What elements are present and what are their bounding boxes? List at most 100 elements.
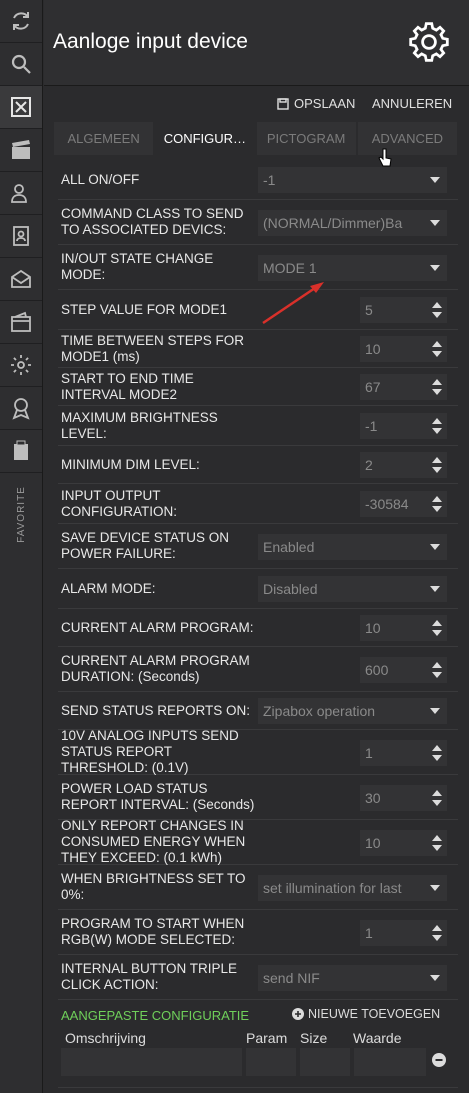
number-stepper[interactable]: 600 — [360, 656, 447, 683]
omschrijving-input[interactable] — [61, 1048, 242, 1076]
search-icon — [11, 54, 31, 74]
config-row: MINIMUM DIM LEVEL: 2 — [58, 446, 458, 484]
sidebar-item-search[interactable] — [0, 43, 42, 86]
config-row: WHEN BRIGHTNESS SET TO 0%: set illuminati… — [58, 865, 458, 910]
field-select[interactable]: MODE 1 — [258, 254, 447, 281]
field-label: 10V ANALOG INPUTS SEND STATUS REPORT THR… — [61, 728, 239, 775]
save-button[interactable]: OPSLAAN — [277, 96, 355, 111]
field-label: START TO END TIME INTERVAL MODE2 — [61, 370, 194, 402]
select-value: MODE 1 — [263, 259, 317, 276]
add-new-button[interactable]: NIEUWE TOEVOEGEN — [292, 1007, 440, 1021]
field-label: INPUT OUTPUT CONFIGURATION: — [61, 487, 177, 519]
tab-bar: ALGEMEEN CONFIGUR… PICTOGRAM ADVANCED — [54, 122, 459, 155]
number-stepper[interactable]: 67 — [360, 374, 447, 400]
sidebar-item-award[interactable] — [0, 387, 42, 430]
sidebar-item-refresh[interactable] — [0, 0, 42, 43]
field-label: MAXIMUM BRIGHTNESS LEVEL: — [61, 409, 218, 441]
chevron-down-icon — [423, 167, 447, 193]
chevron-down-icon — [423, 964, 447, 991]
field-label: CURRENT ALARM PROGRAM: — [61, 619, 254, 635]
config-row: 10V ANALOG INPUTS SEND STATUS REPORT THR… — [58, 728, 458, 775]
chevron-down-icon — [423, 698, 447, 724]
field-label: PROGRAM TO START WHEN RGB(W) MODE SELECT… — [61, 916, 245, 947]
divider — [58, 1087, 458, 1088]
cancel-button[interactable]: ANNULEREN — [372, 96, 452, 111]
stepper-value: 5 — [365, 302, 373, 318]
config-row: SAVE DEVICE STATUS ON POWER FAILURE: Enab… — [58, 524, 458, 569]
field-label: POWER LOAD STATUS REPORT INTERVAL: (Seco… — [61, 781, 255, 812]
page-title: Aanloge input device — [53, 30, 248, 53]
field-label: ONLY REPORT CHANGES IN CONSUMED ENERGY W… — [61, 818, 246, 865]
field-select[interactable]: Zipabox operation — [258, 698, 447, 724]
param-input[interactable] — [246, 1048, 296, 1076]
stepper-arrows-icon[interactable] — [431, 832, 443, 854]
toolbar: OPSLAAN ANNULEREN — [44, 86, 469, 122]
field-select[interactable]: set illumination for last — [258, 874, 447, 901]
stepper-value: 30 — [365, 789, 381, 806]
gear-icon[interactable] — [407, 20, 451, 64]
sidebar-item-wallet[interactable] — [0, 301, 42, 344]
field-label: ALARM MODE: — [61, 580, 156, 596]
field-select[interactable]: -1 — [258, 167, 447, 193]
config-row: POWER LOAD STATUS REPORT INTERVAL: (Seco… — [58, 775, 458, 820]
stepper-value: 67 — [365, 379, 381, 395]
select-value: (NORMAL/Dimmer)Ba — [263, 214, 403, 231]
field-select[interactable]: Enabled — [258, 533, 447, 560]
number-stepper[interactable]: -30584 — [360, 491, 447, 517]
select-value: Disabled — [263, 581, 318, 597]
add-new-label: NIEUWE TOEVOEGEN — [308, 1007, 441, 1021]
field-label: SAVE DEVICE STATUS ON POWER FAILURE: — [61, 530, 230, 561]
tab-algemeen[interactable]: ALGEMEEN — [54, 122, 154, 155]
field-label: INTERNAL BUTTON TRIPLE CLICK ACTION: — [61, 961, 238, 992]
stepper-arrows-icon[interactable] — [431, 617, 443, 639]
stepper-arrows-icon[interactable] — [431, 659, 443, 681]
remove-icon[interactable] — [432, 1053, 446, 1067]
number-stepper[interactable]: 10 — [360, 336, 447, 362]
tab-pictogram[interactable]: PICTOGRAM — [256, 122, 356, 155]
award-icon — [12, 398, 30, 420]
stepper-arrows-icon[interactable] — [431, 922, 443, 944]
sidebar-item-users[interactable] — [0, 172, 42, 215]
number-stepper[interactable]: 1 — [360, 739, 447, 766]
field-select[interactable]: (NORMAL/Dimmer)Ba — [258, 209, 447, 236]
stepper-arrows-icon[interactable] — [431, 415, 443, 437]
chevron-down-icon — [423, 209, 447, 236]
sidebar-item-mail[interactable] — [0, 258, 42, 301]
tab-configuratie[interactable]: CONFIGUR… — [155, 122, 255, 155]
field-label: TIME BETWEEN STEPS FOR MODE1 (ms) — [61, 332, 245, 364]
waarde-input[interactable] — [354, 1048, 426, 1076]
column-header-omschrijving: Omschrijving — [65, 1030, 146, 1046]
chevron-down-icon — [423, 533, 447, 560]
tab-advanced[interactable]: ADVANCED — [357, 122, 457, 155]
stepper-arrows-icon[interactable] — [431, 454, 443, 476]
favorite-section[interactable]: FAVORITE — [0, 474, 43, 554]
chevron-down-icon — [423, 874, 447, 901]
sidebar-item-devices[interactable] — [0, 86, 42, 129]
field-select[interactable]: Disabled — [258, 576, 447, 602]
sidebar-item-scenes[interactable] — [0, 129, 42, 172]
stepper-arrows-icon[interactable] — [431, 338, 443, 360]
number-stepper[interactable]: 1 — [360, 919, 447, 946]
number-stepper[interactable]: 10 — [360, 829, 447, 856]
sidebar-item-settings[interactable] — [0, 344, 42, 387]
stepper-arrows-icon[interactable] — [431, 787, 443, 809]
chevron-down-icon — [423, 576, 447, 602]
number-stepper[interactable]: -1 — [360, 413, 447, 439]
number-stepper[interactable]: 10 — [360, 615, 447, 641]
stepper-arrows-icon[interactable] — [431, 493, 443, 515]
number-stepper[interactable]: 2 — [360, 452, 447, 478]
config-row: ALL ON/OFF -1 — [58, 160, 458, 200]
config-row: TIME BETWEEN STEPS FOR MODE1 (ms) 10 — [58, 330, 458, 368]
stepper-arrows-icon[interactable] — [431, 742, 443, 764]
field-select[interactable]: send NIF — [258, 964, 447, 991]
stepper-arrows-icon[interactable] — [431, 376, 443, 398]
sidebar-item-contacts[interactable] — [0, 215, 42, 258]
size-input[interactable] — [300, 1048, 350, 1076]
device-icon — [11, 97, 31, 117]
select-value: -1 — [263, 172, 276, 188]
stepper-arrows-icon[interactable] — [431, 299, 443, 321]
sidebar-item-clipboard[interactable] — [0, 430, 42, 473]
number-stepper[interactable]: 30 — [360, 784, 447, 811]
config-row: INPUT OUTPUT CONFIGURATION: -30584 — [58, 484, 458, 524]
number-stepper[interactable]: 5 — [360, 297, 447, 323]
